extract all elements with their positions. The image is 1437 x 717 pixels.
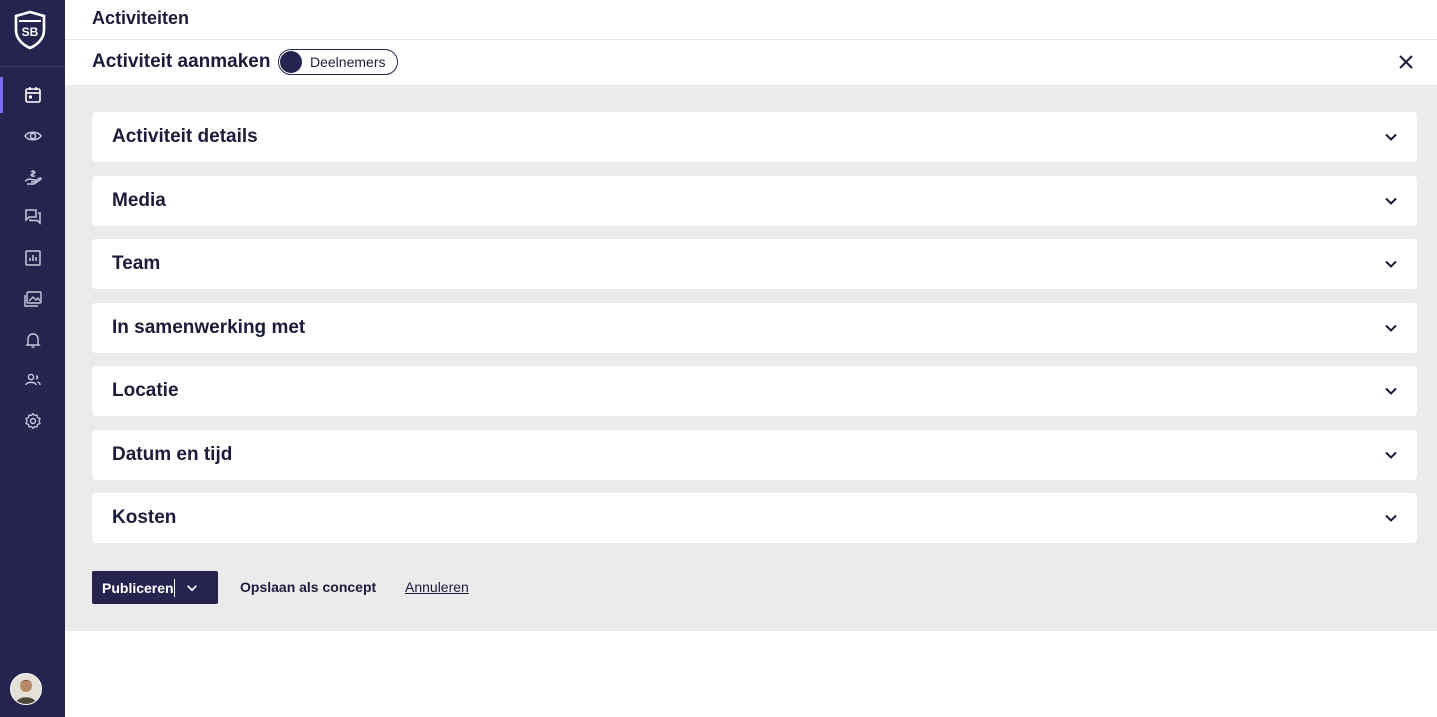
users-icon bbox=[24, 373, 41, 386]
section-title: In samenwerking met bbox=[112, 317, 306, 338]
section-team[interactable]: Team bbox=[92, 239, 1417, 289]
cancel-link[interactable]: Annuleren bbox=[405, 579, 469, 595]
header-divider bbox=[65, 39, 1437, 40]
avatar-icon bbox=[11, 674, 41, 704]
section-location[interactable]: Locatie bbox=[92, 366, 1417, 416]
form-content: Activiteit details Media Team In samenwe… bbox=[65, 85, 1437, 631]
section-title: Team bbox=[112, 253, 161, 274]
user-avatar[interactable] bbox=[10, 673, 42, 705]
sidebar-item-users[interactable] bbox=[0, 362, 65, 398]
gallery-icon bbox=[23, 291, 42, 307]
bell-icon bbox=[24, 333, 41, 348]
section-title: Locatie bbox=[112, 380, 179, 401]
toggle-label: Deelnemers bbox=[310, 54, 386, 70]
publish-button[interactable]: Publiceren bbox=[102, 580, 174, 596]
publish-dropdown-button[interactable] bbox=[175, 571, 208, 604]
chat-icon bbox=[24, 209, 41, 225]
sidebar-divider bbox=[0, 66, 65, 67]
sidebar-item-statistics[interactable] bbox=[0, 240, 65, 276]
eye-icon bbox=[23, 131, 42, 141]
section-title: Activiteit details bbox=[112, 126, 258, 147]
toggle-knob bbox=[280, 51, 302, 73]
chevron-down-icon bbox=[1385, 260, 1397, 268]
page-title: Activiteiten bbox=[92, 8, 190, 28]
section-costs[interactable]: Kosten bbox=[92, 493, 1417, 543]
sidebar-item-view[interactable] bbox=[0, 118, 65, 154]
chevron-down-icon bbox=[1385, 133, 1397, 141]
chevron-down-icon bbox=[1385, 197, 1397, 205]
hand-donation-icon bbox=[24, 170, 42, 185]
logo-text: SB bbox=[22, 25, 39, 39]
sidebar: SB bbox=[0, 0, 65, 717]
calendar-icon bbox=[24, 87, 41, 103]
section-title: Datum en tijd bbox=[112, 444, 233, 465]
bar-chart-icon bbox=[24, 250, 41, 266]
sidebar-item-messages[interactable] bbox=[0, 199, 65, 235]
close-icon bbox=[1399, 55, 1413, 69]
chevron-down-icon bbox=[186, 584, 197, 591]
chevron-down-icon bbox=[1385, 451, 1397, 459]
publish-split-button: Publiceren bbox=[92, 571, 218, 604]
section-collaboration[interactable]: In samenwerking met bbox=[92, 303, 1417, 353]
sidebar-item-media[interactable] bbox=[0, 281, 65, 317]
section-title: Kosten bbox=[112, 507, 177, 528]
sidebar-item-donations[interactable] bbox=[0, 159, 65, 195]
section-date-time[interactable]: Datum en tijd bbox=[92, 430, 1417, 480]
participants-toggle[interactable]: Deelnemers bbox=[278, 49, 398, 75]
chevron-down-icon bbox=[1385, 514, 1397, 522]
chevron-down-icon bbox=[1385, 387, 1397, 395]
save-concept-button[interactable]: Opslaan als concept bbox=[240, 579, 376, 595]
form-title: Activiteit aanmaken bbox=[92, 51, 271, 72]
section-media[interactable]: Media bbox=[92, 176, 1417, 226]
close-button[interactable] bbox=[1394, 50, 1418, 74]
logo-icon[interactable]: SB bbox=[13, 10, 47, 50]
sidebar-item-settings[interactable] bbox=[0, 403, 65, 439]
section-activity-details[interactable]: Activiteit details bbox=[92, 112, 1417, 162]
chevron-down-icon bbox=[1385, 324, 1397, 332]
gear-icon bbox=[24, 412, 41, 430]
section-title: Media bbox=[112, 190, 166, 211]
sidebar-item-calendar[interactable] bbox=[0, 77, 65, 113]
sidebar-item-notifications[interactable] bbox=[0, 322, 65, 358]
